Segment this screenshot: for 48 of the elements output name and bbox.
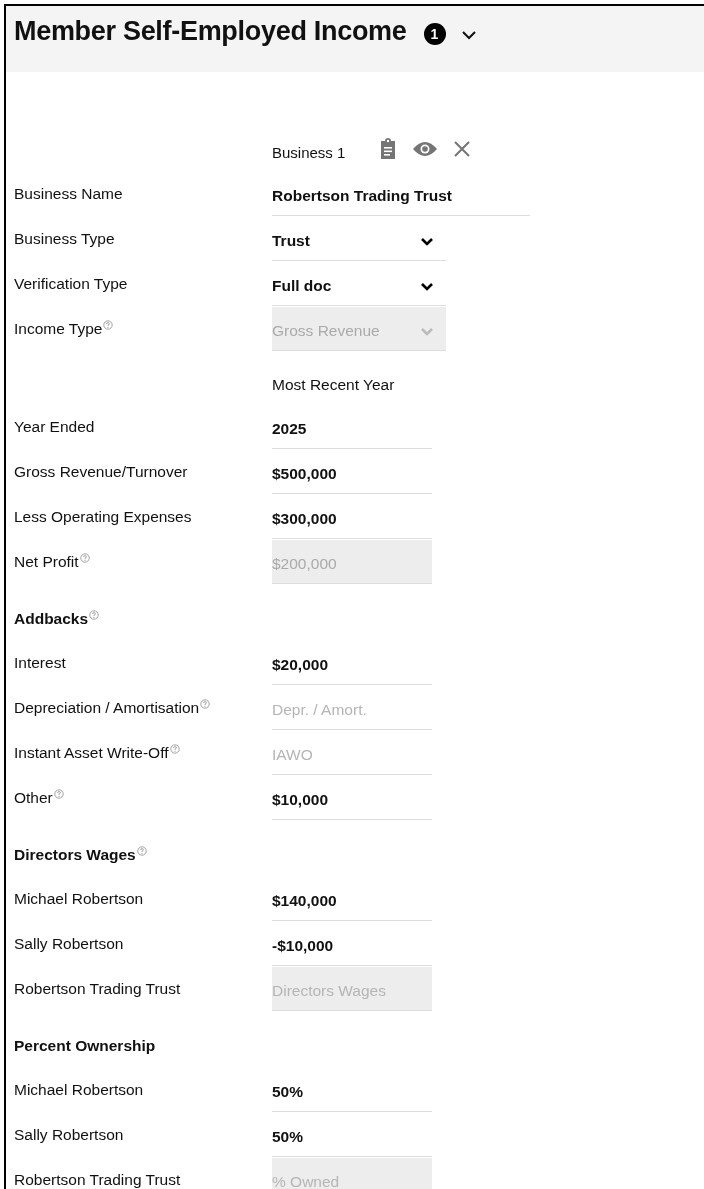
field-label: Depreciation / Amortisation: [14, 699, 200, 717]
close-icon[interactable]: [453, 140, 472, 158]
field-label: Less Operating Expenses: [14, 508, 192, 526]
field-label: Year Ended: [14, 418, 95, 436]
field-label: Sally Robertson: [14, 935, 124, 953]
dropdown-field[interactable]: Full doc: [272, 262, 446, 306]
input-field[interactable]: 50%: [272, 1068, 432, 1112]
section-title: Member Self-Employed Income: [14, 16, 407, 47]
field-label: Net Profit: [14, 553, 79, 571]
caret-icon: [420, 327, 434, 337]
field-label: Robertson Trading Trust: [14, 980, 181, 998]
section-heading: Percent Ownership: [14, 1037, 156, 1055]
section-heading: Directors Wages: [14, 846, 136, 864]
business-label: Business 1: [272, 143, 346, 161]
count-badge: 1: [423, 23, 446, 45]
field-label: Michael Robertson: [14, 1081, 144, 1099]
input-field[interactable]: $20,000: [272, 641, 432, 685]
field-label: Business Type: [14, 230, 115, 248]
help-icon[interactable]: [200, 699, 211, 709]
clipboard-icon[interactable]: [379, 138, 398, 160]
input-field[interactable]: $140,000: [272, 877, 432, 921]
dropdown-field[interactable]: Trust: [272, 217, 446, 261]
input-field[interactable]: 2025: [272, 405, 432, 449]
caret-icon: [420, 237, 434, 247]
input-field[interactable]: $10,000: [272, 776, 432, 820]
help-icon[interactable]: [53, 789, 64, 799]
field-label: Instant Asset Write-Off: [14, 744, 169, 762]
help-icon[interactable]: [89, 610, 100, 620]
field-label: Michael Robertson: [14, 890, 144, 908]
input-field[interactable]: Robertson Trading Trust: [272, 172, 530, 216]
field-label: Verification Type: [14, 275, 128, 293]
input-field[interactable]: $300,000: [272, 495, 432, 539]
input-field[interactable]: $500,000: [272, 450, 432, 494]
field-label: Sally Robertson: [14, 1126, 124, 1144]
input-field[interactable]: 50%: [272, 1113, 432, 1157]
field-label: Gross Revenue/Turnover: [14, 463, 188, 481]
help-icon[interactable]: [136, 846, 147, 856]
column-heading: Most Recent Year: [272, 376, 395, 395]
eye-icon[interactable]: [412, 141, 439, 157]
section-heading: Addbacks: [14, 610, 89, 628]
field-label: Other: [14, 789, 53, 807]
caret-icon: [420, 282, 434, 292]
field-label: Interest: [14, 654, 66, 672]
input-field[interactable]: -$10,000: [272, 922, 432, 966]
field-label: Business Name: [14, 185, 123, 203]
field-label: Income Type: [14, 320, 103, 338]
field-label: Robertson Trading Trust: [14, 1171, 181, 1189]
help-icon[interactable]: [169, 744, 180, 754]
